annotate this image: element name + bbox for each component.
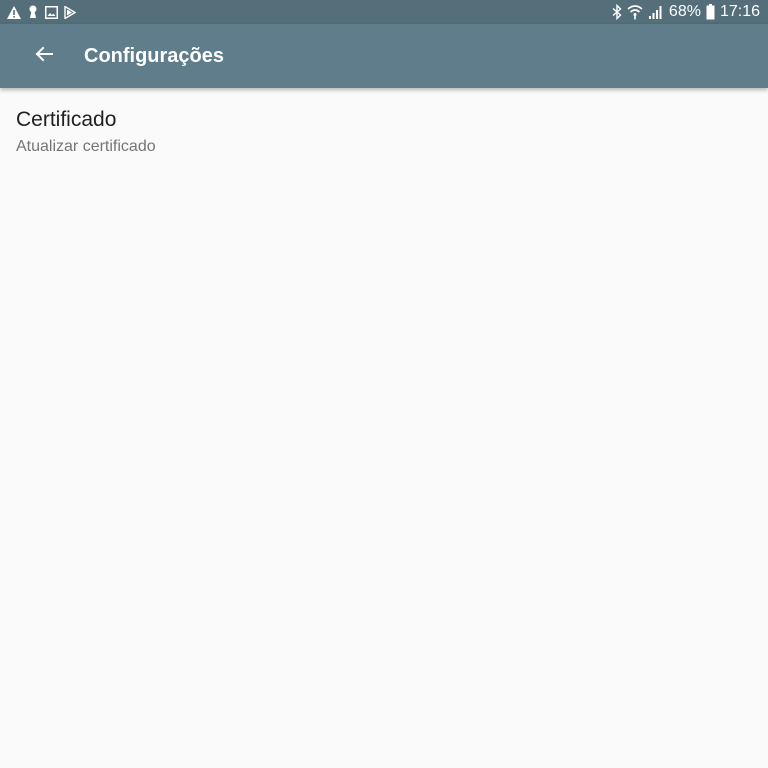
status-bar: 68% 17:16 (0, 0, 768, 24)
system-indicators: 68% 17:16 (612, 2, 760, 22)
settings-list: Certificado Atualizar certificado (0, 88, 768, 768)
notification-icons (7, 4, 76, 20)
preference-summary: Atualizar certificado (16, 138, 156, 155)
app-bar: Configurações (0, 24, 768, 88)
wifi-icon (627, 4, 643, 20)
image-icon (45, 5, 58, 19)
clock: 17:16 (719, 3, 760, 20)
keyhole-icon (27, 5, 39, 19)
preference-certificado[interactable]: Certificado Atualizar certificado (0, 88, 768, 168)
battery-icon (706, 4, 715, 20)
page-title: Configurações (84, 45, 225, 67)
bluetooth-icon (612, 4, 622, 20)
signal-icon (648, 4, 664, 20)
preference-title: Certificado (16, 108, 117, 131)
warning-icon (7, 5, 21, 19)
arrow-back-icon (35, 46, 53, 67)
back-button[interactable] (20, 32, 68, 80)
screen: 68% 17:16 Configurações Certificado Atua… (0, 0, 768, 768)
play-store-icon (64, 5, 76, 19)
battery-percentage: 68% (668, 3, 701, 20)
